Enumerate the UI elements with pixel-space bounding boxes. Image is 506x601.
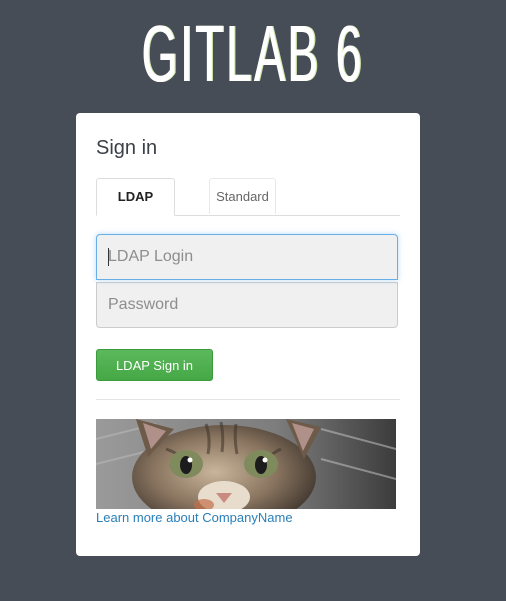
tab-ldap[interactable]: LDAP <box>96 178 175 216</box>
login-page: GITLAB 6 Sign in LDAP Standard LDAP Sign… <box>0 0 506 601</box>
text-cursor <box>108 248 109 266</box>
divider <box>96 399 400 400</box>
ldap-login-input[interactable] <box>96 234 398 280</box>
kitten-photo <box>96 419 396 509</box>
gitlab-logo: GITLAB 6 <box>141 9 365 98</box>
password-input[interactable] <box>96 282 398 328</box>
auth-tabs: LDAP Standard <box>96 178 400 216</box>
sign-in-panel: Sign in LDAP Standard LDAP Sign in <box>76 113 420 556</box>
tab-standard[interactable]: Standard <box>209 178 276 214</box>
ldap-sign-in-button[interactable]: LDAP Sign in <box>96 349 213 381</box>
sign-in-title: Sign in <box>96 137 158 159</box>
learn-more-link[interactable]: Learn more about CompanyName <box>96 510 293 525</box>
kitten-image <box>96 419 396 509</box>
